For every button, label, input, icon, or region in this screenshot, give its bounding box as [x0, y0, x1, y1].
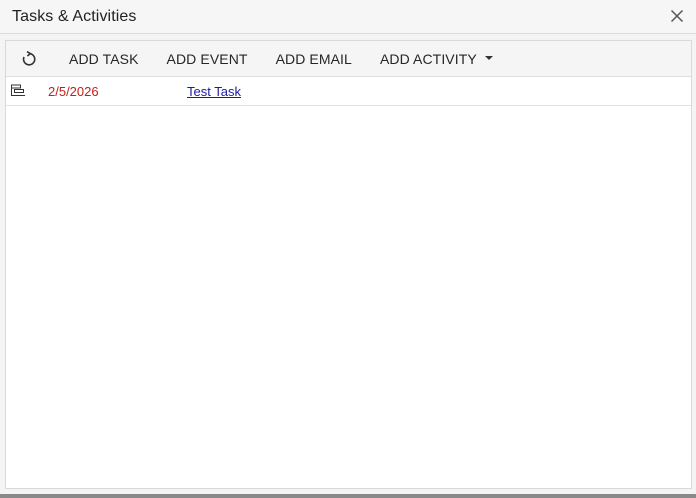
activity-date: 2/5/2026: [48, 84, 99, 99]
dialog-title: Tasks & Activities: [12, 8, 137, 25]
activity-row[interactable]: 2/5/2026 Test Task: [6, 77, 691, 106]
close-icon[interactable]: [670, 9, 684, 23]
refresh-button[interactable]: [13, 44, 45, 74]
dialog-titlebar: Tasks & Activities: [0, 0, 696, 34]
add-event-button[interactable]: ADD EVENT: [153, 44, 262, 74]
add-activity-button[interactable]: ADD ACTIVITY: [366, 44, 507, 74]
add-activity-label: ADD ACTIVITY: [379, 50, 477, 67]
tasks-activities-dialog: Tasks & Activities ADD TASK ADD EVENT AD…: [0, 0, 696, 494]
add-task-button[interactable]: ADD TASK: [55, 44, 153, 74]
activity-summary-link[interactable]: Test Task: [187, 84, 241, 99]
add-email-button[interactable]: ADD EMAIL: [262, 44, 366, 74]
refresh-icon: [22, 50, 36, 66]
activities-panel: ADD TASK ADD EVENT ADD EMAIL ADD ACTIVIT…: [5, 40, 692, 489]
task-icon: [10, 84, 26, 98]
page-bottom-edge: [0, 494, 696, 498]
activities-toolbar: ADD TASK ADD EVENT ADD EMAIL ADD ACTIVIT…: [6, 41, 691, 77]
caret-down-icon: [484, 55, 493, 60]
